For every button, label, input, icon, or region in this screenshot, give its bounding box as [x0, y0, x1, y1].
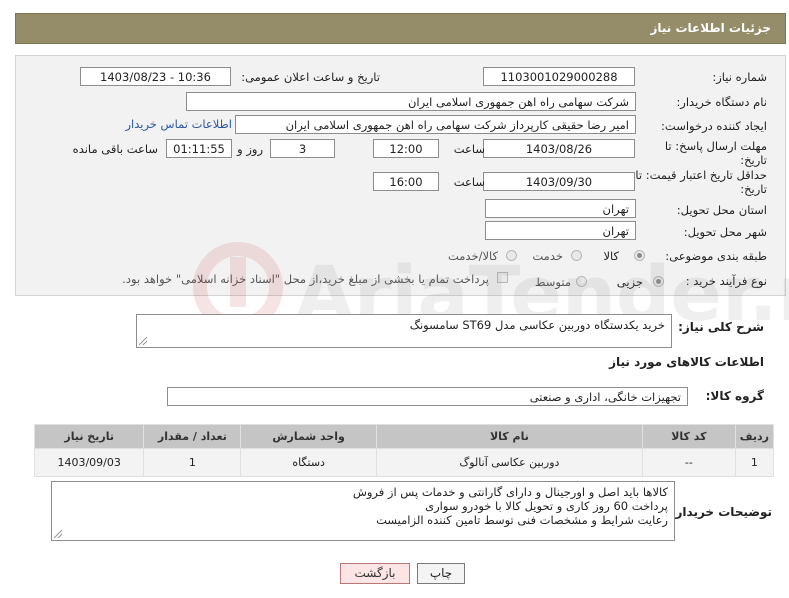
- deadline-days-field: 3: [270, 139, 335, 158]
- category-label: طبقه بندی موضوعی:: [665, 249, 767, 263]
- category-service-label: خدمت: [532, 249, 563, 263]
- col-header-goods-name: نام کالا: [375, 424, 643, 449]
- process-medium-label: متوسط: [534, 275, 571, 289]
- buyer-note-line: کالاها باید اصل و اورجینال و دارای گاران…: [352, 485, 668, 499]
- col-header-quantity: تعداد / مقدار: [143, 424, 242, 449]
- page-title-bar: جزئیات اطلاعات نیاز: [15, 13, 786, 44]
- price-validity-date-field: 1403/09/30: [483, 172, 635, 191]
- treasury-payment-note: پرداخت تمام یا بخشی از مبلغ خرید،از محل …: [122, 272, 489, 286]
- remaining-time-field: 01:11:55: [166, 139, 232, 158]
- page-title: جزئیات اطلاعات نیاز: [650, 21, 771, 35]
- buyer-notes-label: توضیحات خریدار:: [670, 505, 772, 519]
- city-field: تهران: [485, 221, 636, 240]
- price-validity-time-label: ساعت: [453, 175, 485, 189]
- summary-label: شرح کلی نیاز:: [678, 320, 764, 334]
- back-button[interactable]: بازگشت: [340, 563, 410, 584]
- goods-group-field: تجهیزات خانگی، اداری و صنعتی: [167, 387, 688, 406]
- buyer-note-line: پرداخت 60 روز کاری و تحویل کالا با خودرو…: [425, 499, 668, 513]
- province-label: استان محل تحویل:: [676, 203, 767, 217]
- days-label: روز و: [237, 142, 263, 156]
- table-row: 1 -- دوربین عکاسی آنالوگ دستگاه 1 1403/0…: [33, 448, 775, 477]
- cell-quantity: 1: [143, 448, 242, 477]
- deadline-time-label: ساعت: [453, 142, 485, 156]
- need-number-field: 1103001029000288: [483, 67, 635, 86]
- remaining-label: ساعت باقی مانده: [72, 142, 158, 156]
- category-goods-service-radio[interactable]: [506, 250, 517, 261]
- print-button[interactable]: چاپ: [417, 563, 465, 584]
- deadline-time-field: 12:00: [373, 139, 439, 158]
- price-validity-label: حداقل تاریخ اعتبار قیمت: تا تاریخ:: [635, 168, 767, 196]
- purchase-process-label: نوع فرآیند خرید :: [685, 274, 767, 288]
- treasury-payment-checkbox[interactable]: [497, 272, 508, 283]
- process-minor-radio[interactable]: [653, 276, 664, 287]
- requester-field: امیر رضا حقیقی کارپرداز شرکت سهامی راه ا…: [235, 115, 636, 134]
- province-field: تهران: [485, 199, 636, 218]
- cell-need-date: 1403/09/03: [33, 448, 145, 477]
- resize-handle-icon[interactable]: [54, 530, 62, 538]
- city-label: شهر محل تحویل:: [683, 225, 767, 239]
- announce-date-field: 1403/08/23 - 10:36: [80, 67, 231, 86]
- process-medium-radio[interactable]: [576, 276, 587, 287]
- deadline-date-field: 1403/08/26: [483, 139, 635, 158]
- category-goods-service-label: کالا/خدمت: [447, 249, 498, 263]
- category-goods-label: کالا: [603, 249, 619, 263]
- col-header-goods-code: کد کالا: [641, 424, 736, 449]
- category-service-radio[interactable]: [571, 250, 582, 261]
- cell-row-number: 1: [734, 448, 775, 477]
- cell-goods-name: دوربین عکاسی آنالوگ: [375, 448, 643, 477]
- buyer-org-label: نام دستگاه خریدار:: [676, 95, 767, 109]
- col-header-need-date: تاریخ نیاز: [33, 424, 145, 449]
- col-header-row-number: ردیف: [734, 424, 775, 449]
- process-minor-label: جزیی: [616, 275, 643, 289]
- col-header-unit: واحد شمارش: [240, 424, 377, 449]
- cell-goods-code: --: [641, 448, 736, 477]
- announce-date-label: تاریخ و ساعت اعلان عمومی:: [241, 70, 380, 84]
- price-validity-time-field: 16:00: [373, 172, 439, 191]
- buyer-notes-textarea[interactable]: کالاها باید اصل و اورجینال و دارای گاران…: [51, 481, 675, 541]
- buyer-contact-link[interactable]: اطلاعات تماس خریدار: [125, 117, 232, 131]
- cell-unit: دستگاه: [240, 448, 377, 477]
- buyer-note-line: رعایت شرایط و مشخصات فنی توسط تامین کنند…: [376, 513, 668, 527]
- deadline-label: مهلت ارسال پاسخ: تا تاریخ:: [664, 139, 767, 167]
- goods-table: ردیف کد کالا نام کالا واحد شمارش تعداد /…: [33, 424, 775, 477]
- category-goods-radio[interactable]: [634, 250, 645, 261]
- summary-textarea[interactable]: خرید یکدستگاه دوربین عکاسی مدل ST69 سامس…: [136, 314, 672, 348]
- resize-handle-icon[interactable]: [139, 337, 147, 345]
- goods-section-title: اطلاعات کالاهای مورد نیاز: [609, 355, 764, 369]
- buyer-org-field: شرکت سهامی راه اهن جمهوری اسلامی ایران: [186, 92, 636, 111]
- goods-group-label: گروه کالا:: [705, 389, 764, 403]
- summary-text: خرید یکدستگاه دوربین عکاسی مدل ST69 سامس…: [409, 318, 665, 332]
- requester-label: ایجاد کننده درخواست:: [661, 119, 767, 133]
- need-number-label: شماره نیاز:: [712, 70, 767, 84]
- table-header-row: ردیف کد کالا نام کالا واحد شمارش تعداد /…: [33, 424, 775, 449]
